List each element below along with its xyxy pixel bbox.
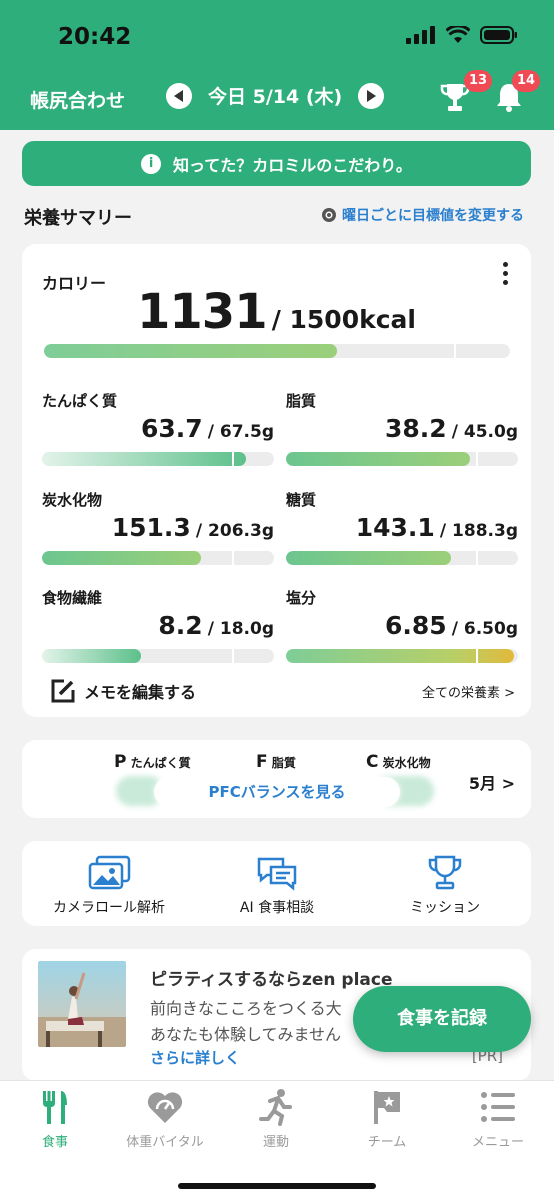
nutrient-progress-bar-sugar [286, 551, 518, 565]
photo-gallery-icon [88, 855, 131, 890]
notification-button[interactable]: 14 [492, 70, 541, 114]
app-header: 20:42 帳尻合わせ 今日 5/14 (木) 13 14 [0, 0, 554, 130]
pfc-balance-card[interactable]: P たんぱく質 F 脂質 C 炭水化物 PFCバランスを見る 5月 > [22, 740, 531, 818]
edit-icon [51, 679, 75, 703]
calorie-goal: / 1500kcal [271, 305, 416, 334]
calorie-value-row: 1131 / 1500kcal [22, 284, 531, 340]
nutrient-progress-fill [286, 452, 471, 466]
trophy-button[interactable]: 13 [438, 70, 493, 114]
trophy-badge: 13 [464, 70, 493, 92]
triangle-left-icon [174, 89, 183, 102]
ad-title: ピラティスするならzen place [150, 970, 393, 990]
all-nutrients-link[interactable]: 全ての栄養素 > [422, 682, 515, 701]
nutrient-progress-bar-carbs [42, 551, 274, 565]
tab-meal-label: 食事 [41, 1135, 68, 1150]
ad-more-link[interactable]: さらに詳しく [150, 1047, 240, 1068]
signal-icon [406, 26, 435, 44]
date-navigator: 今日 5/14 (木) [166, 82, 385, 109]
tip-banner-text: 知ってた？カロミルのこだわり。 [173, 155, 412, 175]
nutrient-progress-bar-protein [42, 452, 274, 466]
ad-description-line: 前向きなこころをつくる大 [150, 999, 342, 1018]
nutrient-progress-bar-salt [286, 649, 518, 663]
notification-badge: 14 [512, 70, 541, 92]
nutrient-label-sugar: 糖質 [286, 491, 317, 509]
camera-roll-analysis-button[interactable]: カメラロール解析 [38, 855, 180, 917]
calorie-progress-bar [44, 344, 510, 358]
prev-day-button[interactable] [166, 82, 192, 109]
month-link[interactable]: 5月 > [469, 770, 515, 794]
tab-team-label: チーム [367, 1135, 407, 1150]
ad-image [38, 961, 126, 1047]
camera-roll-label: カメラロール解析 [53, 900, 165, 916]
ad-description-line: あなたも体験してみません [150, 1025, 342, 1044]
calorie-progress-fill [44, 344, 337, 358]
nutrient-label-protein: たんぱく質 [42, 392, 118, 410]
tab-meal[interactable]: 食事 [0, 1087, 110, 1150]
heart-scale-icon [147, 1092, 183, 1123]
current-date[interactable]: 今日 5/14 (木) [208, 82, 342, 109]
nutrient-label-fiber: 食物繊維 [42, 589, 103, 607]
status-icons [406, 26, 518, 44]
battery-icon [480, 26, 517, 44]
wifi-icon [446, 26, 470, 43]
home-indicator [178, 1183, 376, 1189]
nutrient-label-carbs: 炭水化物 [42, 491, 103, 509]
tip-banner[interactable]: i 知ってた？カロミルのこだわり。 [22, 141, 531, 186]
tab-weight-vital[interactable]: 体重バイタル [110, 1087, 220, 1150]
pfc-fat-header: F 脂質 [256, 752, 296, 772]
nutrient-progress-fill [42, 452, 247, 466]
nutrient-label-fat: 脂質 [286, 392, 317, 410]
nutrient-value-protein: 63.7 / 67.5g [140, 414, 274, 443]
runner-icon [259, 1089, 292, 1126]
pfc-carb-header: C 炭水化物 [366, 752, 431, 772]
nutrient-label-salt: 塩分 [286, 589, 317, 607]
tab-exercise[interactable]: 運動 [221, 1087, 331, 1150]
status-time: 20:42 [58, 24, 132, 50]
tab-exercise-label: 運動 [262, 1135, 289, 1150]
nutrient-value-sugar: 143.1 / 188.3g [355, 513, 518, 542]
tools-card: カメラロール解析 AI 食事相談 ミッション [22, 841, 531, 926]
tab-weight-label: 体重バイタル [126, 1135, 204, 1150]
calorie-value: 1131 [137, 284, 268, 340]
nutrient-progress-bar-fat [286, 452, 518, 466]
list-icon [481, 1092, 515, 1122]
tab-team[interactable]: チーム [332, 1087, 442, 1150]
nutrition-summary-card: カロリー 1131 / 1500kcal たんぱく質 63.7 / 67.5g 脂質… [22, 244, 531, 717]
page-title[interactable]: 帳尻合わせ [30, 86, 125, 113]
pfc-protein-header: P たんぱく質 [114, 752, 191, 772]
nutrient-progress-fill [286, 551, 451, 565]
gear-icon [322, 208, 336, 222]
section-title: 栄養サマリー [24, 208, 132, 229]
mission-button[interactable]: ミッション [374, 855, 516, 917]
nutrient-value-salt: 6.85 / 6.50g [384, 611, 518, 640]
bottom-tab-bar: 食事 体重バイタル 運動 チーム メニュー [0, 1080, 554, 1199]
edit-memo-button[interactable]: メモを編集する [48, 676, 196, 706]
next-day-button[interactable] [358, 82, 385, 109]
ai-meal-consult-button[interactable]: AI 食事相談 [206, 855, 348, 917]
change-target-link[interactable]: 曜日ごとに目標値を変更する [320, 205, 524, 225]
nutrient-progress-fill [286, 649, 514, 663]
trophy-icon [428, 855, 462, 890]
flag-icon [374, 1091, 400, 1124]
tab-menu[interactable]: メニュー [443, 1087, 553, 1150]
edit-memo-label: メモを編集する [84, 683, 197, 702]
triangle-right-icon [367, 89, 377, 102]
info-icon: i [141, 153, 162, 174]
ai-consult-label: AI 食事相談 [239, 900, 315, 916]
nutrient-progress-fill [42, 649, 141, 663]
chat-bubbles-icon [257, 857, 297, 891]
nutrient-value-fat: 38.2 / 45.0g [384, 414, 518, 443]
mission-label: ミッション [410, 900, 480, 916]
fork-knife-icon [43, 1091, 67, 1124]
nutrient-value-carbs: 151.3 / 206.3g [111, 513, 274, 542]
nutrient-value-fiber: 8.2 / 18.0g [158, 611, 274, 640]
change-target-label: 曜日ごとに目標値を変更する [342, 208, 524, 224]
view-pfc-balance-button[interactable]: PFCバランスを見る [154, 777, 400, 807]
nutrient-progress-fill [42, 551, 201, 565]
tab-menu-label: メニュー [471, 1135, 524, 1150]
record-meal-button[interactable]: 食事を記録 [353, 986, 531, 1052]
nutrient-progress-bar-fiber [42, 649, 274, 663]
